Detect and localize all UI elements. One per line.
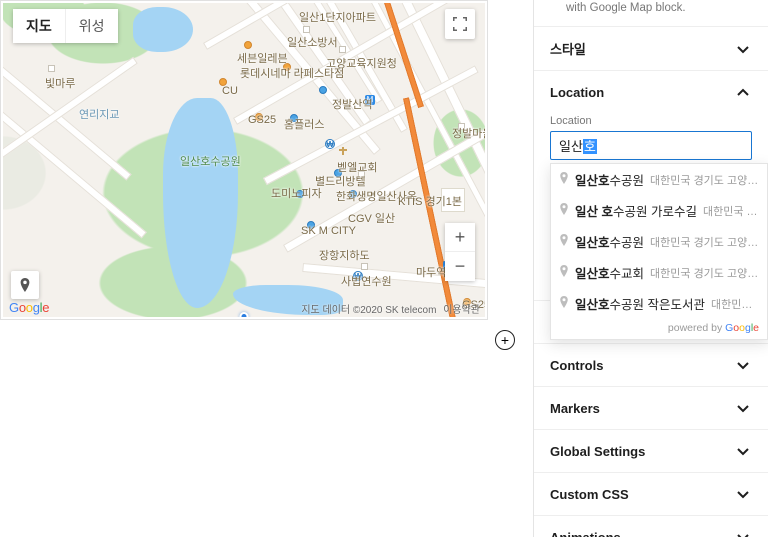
map-type-map-button[interactable]: 지도	[13, 9, 66, 43]
map-poi-label: 빛마루	[45, 75, 75, 91]
marker-icon	[559, 172, 569, 187]
fullscreen-icon	[453, 17, 467, 31]
fullscreen-button[interactable]	[445, 9, 475, 39]
autocomplete-attribution: powered by Google	[551, 319, 767, 339]
helper-text: with Google Map block.	[534, 0, 768, 26]
autocomplete-item[interactable]: 일산 호수공원 가로수길 대한민국 경기도…	[551, 195, 767, 226]
map-poi-label: 벧엘교회	[337, 159, 377, 175]
map-poi-label: CU	[222, 85, 238, 97]
map-poi-label: CGV 일산	[348, 210, 395, 226]
map-poi-label: 일산소방서	[287, 34, 338, 50]
map-poi-label: 일산호수공원	[180, 153, 241, 169]
autocomplete-item[interactable]: 일산호수교회 대한민국 경기도 고양시 일산…	[551, 257, 767, 288]
map-type-satellite-button[interactable]: 위성	[66, 9, 118, 43]
chevron-down-icon	[734, 399, 752, 417]
chevron-down-icon	[734, 485, 752, 503]
marker-icon	[559, 265, 569, 280]
center-indicator	[240, 312, 249, 317]
pegman-button[interactable]	[11, 271, 39, 299]
add-block-button[interactable]: +	[495, 330, 515, 350]
map-poi-label: 홈플러스	[284, 116, 324, 132]
map[interactable]: ₩ ₩ M M 일산호수공원 빛마루 연리지교 세븐일레븐 일산1단지아파트 일…	[3, 3, 485, 317]
autocomplete-item[interactable]: 일산호수공원 대한민국 경기도 고양시 일산…	[551, 164, 767, 195]
google-logo: Google	[9, 300, 49, 315]
location-field-label: Location	[550, 115, 752, 127]
map-poi-label: 롯데시네마 라페스타점	[240, 65, 344, 81]
panel-animations[interactable]: Animations	[534, 515, 768, 537]
map-poi-label: 정발마을 빌라8단지	[452, 128, 485, 140]
map-container: ₩ ₩ M M 일산호수공원 빛마루 연리지교 세븐일레븐 일산1단지아파트 일…	[0, 0, 488, 320]
marker-icon	[559, 296, 569, 311]
autocomplete-item[interactable]: 일산호수공원 대한민국 경기도 고양시 일산…	[551, 226, 767, 257]
autocomplete-item[interactable]: 일산호수공원 작은도서관 대한민국 경기…	[551, 288, 767, 319]
map-poi-label: 일산1단지아파트	[299, 9, 376, 25]
chevron-down-icon	[734, 356, 752, 374]
zoom-in-button[interactable]: +	[445, 223, 475, 252]
map-poi-label: SK M CITY	[301, 225, 356, 237]
map-poi-label: 장항지하도	[319, 247, 370, 263]
marker-icon	[559, 203, 569, 218]
marker-icon	[559, 234, 569, 249]
settings-sidebar: with Google Map block. 스타일 Location Loca…	[533, 0, 768, 537]
map-attribution: 지도 데이터 ©2020 SK telecom 이용약관	[301, 301, 480, 316]
map-poi-label: 별드리방텔	[315, 173, 366, 189]
map-type-control: 지도 위성	[13, 9, 118, 43]
panel-controls[interactable]: Controls	[534, 343, 768, 386]
location-input[interactable]: 일산호	[550, 131, 752, 160]
location-autocomplete: 일산호수공원 대한민국 경기도 고양시 일산… 일산 호수공원 가로수길 대한민…	[550, 163, 768, 340]
panel-location-title: Location	[550, 85, 604, 100]
chevron-down-icon	[734, 528, 752, 537]
panel-location: Location Location 일산호 일산호수공원 대한민국 경기도 고양…	[534, 70, 768, 166]
chevron-down-icon	[734, 40, 752, 58]
map-poi-label: 도미노피자	[271, 185, 322, 201]
map-poi-label: 마두역	[416, 264, 446, 280]
chevron-up-icon[interactable]	[734, 83, 752, 101]
panel-custom-css[interactable]: Custom CSS	[534, 472, 768, 515]
map-poi-label: 정발산역	[332, 96, 372, 112]
chevron-down-icon	[734, 442, 752, 460]
map-poi-label: 연리지교	[79, 106, 119, 122]
panel-style[interactable]: 스타일	[534, 26, 768, 70]
pin-icon	[19, 278, 31, 292]
map-poi-label: KTIS 경기1본	[398, 193, 462, 209]
map-poi-label: 사법연수원	[341, 273, 392, 289]
map-poi-label: GS25	[248, 114, 276, 126]
zoom-out-button[interactable]: −	[445, 252, 475, 281]
zoom-control: + −	[445, 223, 475, 281]
panel-markers[interactable]: Markers	[534, 386, 768, 429]
map-poi-label: 세븐일레븐	[237, 50, 288, 66]
panel-global-settings[interactable]: Global Settings	[534, 429, 768, 472]
terms-link[interactable]: 이용약관	[443, 305, 480, 316]
